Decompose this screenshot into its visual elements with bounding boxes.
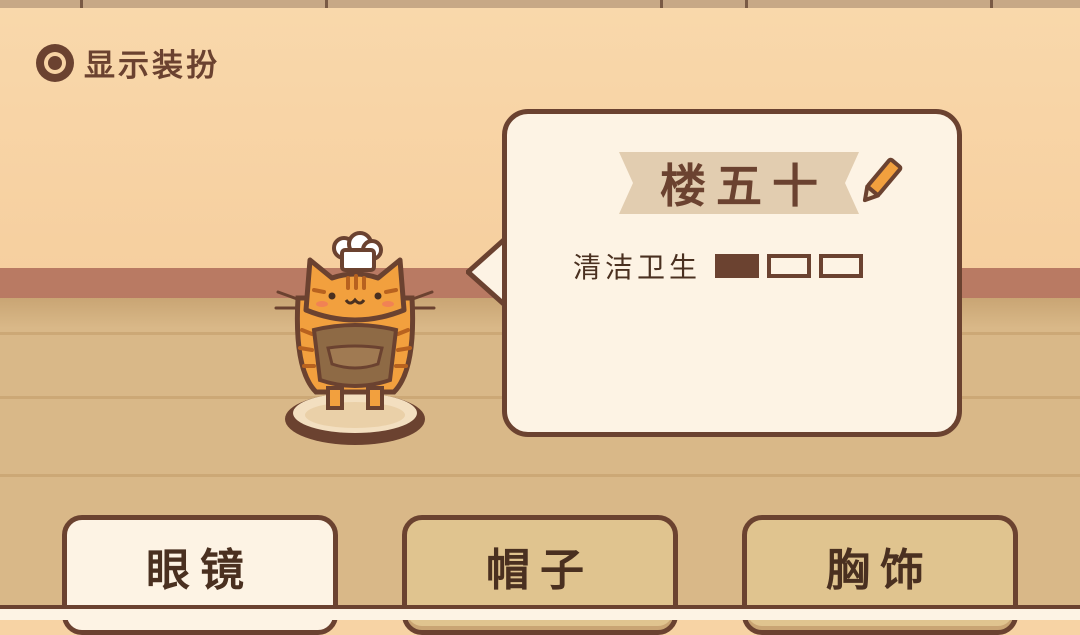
tab-label: 眼镜 (146, 545, 254, 596)
cleanliness-stat: 清洁卫生 (573, 246, 864, 286)
stat-level-box (819, 254, 864, 278)
show-outfit-toggle[interactable]: 显示装扮 (36, 40, 220, 85)
radio-selected-icon[interactable] (36, 43, 74, 82)
top-strip-segment (745, 0, 988, 8)
tab-label: 胸饰 (826, 545, 934, 596)
tab-content-panel (0, 605, 1080, 620)
pencil-icon[interactable] (859, 156, 903, 206)
top-strip-segment (660, 0, 743, 8)
top-strip-segment (325, 0, 418, 8)
stat-level-box (715, 254, 760, 278)
character-info-bubble: 楼五十 清洁卫生 (502, 109, 962, 437)
character-name: 楼五十 (660, 159, 828, 213)
cat-chef-character[interactable] (270, 230, 440, 420)
stat-level-box (767, 254, 812, 278)
show-outfit-label: 显示装扮 (84, 48, 220, 84)
tab-label: 帽子 (486, 545, 594, 596)
floor-plank-line (0, 474, 1080, 477)
top-strip-segment (80, 0, 323, 8)
name-banner: 楼五十 (619, 148, 859, 218)
stat-label: 清洁卫生 (573, 251, 702, 284)
top-strip-segment (990, 0, 1080, 8)
stat-level-bar (715, 254, 864, 278)
top-strip (0, 0, 1080, 8)
